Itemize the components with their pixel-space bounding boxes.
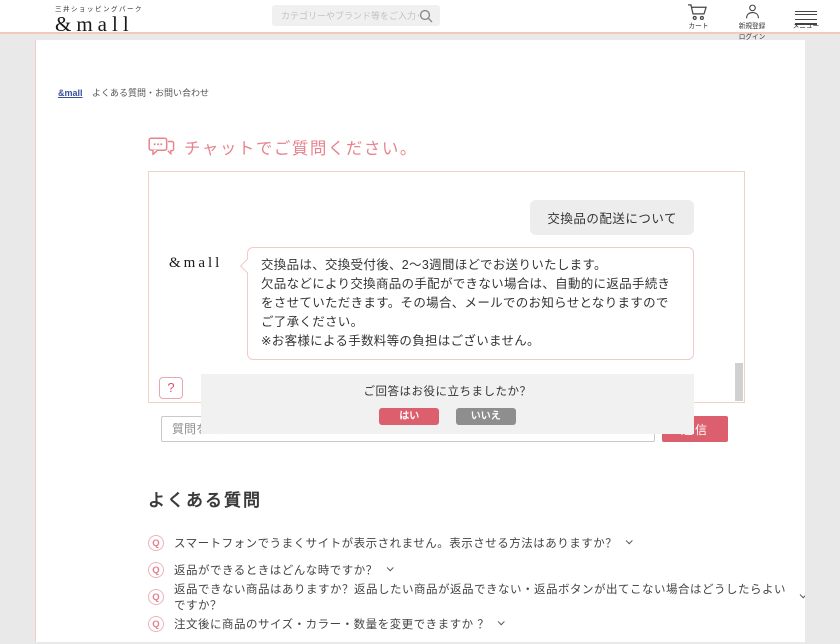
chat-scrollbar[interactable]	[735, 363, 743, 401]
faq-item-text: 返品ができるときはどんな時ですか？	[174, 564, 378, 577]
question-icon: Q	[148, 588, 164, 605]
feedback-panel: ご回答はお役に立ちましたか？ はい いいえ	[201, 374, 694, 434]
feedback-yes-button[interactable]: はい	[379, 408, 440, 425]
chat-section-title: チャットでご質問ください。	[148, 135, 805, 159]
question-icon: Q	[148, 615, 164, 632]
menu-label: メニュー	[792, 23, 820, 30]
bot-avatar: &mall	[169, 255, 223, 271]
chat-title-text: チャットでご質問ください。	[184, 140, 418, 158]
help-button[interactable]: ?	[159, 377, 183, 399]
header: 三井ショッピングパーク &mall カート	[0, 0, 840, 41]
faq-list: Q スマートフォンでうまくサイトが表示されません。表示させる方法はありますか？ …	[148, 533, 805, 642]
menu-button[interactable]: メニュー	[786, 3, 826, 42]
faq-item-text: 返品できない商品はありますか？返品したい商品が返品できない・返品ボタンが出てこな…	[174, 583, 786, 612]
faq-item[interactable]: Q スマートフォンでうまくサイトが表示されません。表示させる方法はありますか？	[148, 533, 805, 552]
feedback-question: ご回答はお役に立ちましたか？	[363, 386, 532, 398]
faq-item-text: スマートフォンでうまくサイトが表示されません。表示させる方法はありますか？	[174, 537, 618, 550]
cart-label: カート	[688, 23, 708, 30]
faq-heading: よくある質問	[148, 491, 262, 510]
search-input[interactable]	[272, 10, 419, 21]
bot-reply-line: 交換品は、交換受付後、2〜3週間ほどでお送りいたします。	[261, 258, 607, 272]
login-button[interactable]: 新規登録 ログイン	[732, 3, 772, 42]
faq-item-text: 注文後に商品のサイズ・カラー・数量を変更できますか ？	[174, 618, 490, 631]
site-logo[interactable]: 三井ショッピングパーク &mall	[55, 3, 143, 35]
cart-button[interactable]: カート	[678, 3, 718, 42]
bot-reply-line: 欠品などにより交換商品の手配ができない場合は、自動的に返品手続きをさせていただき…	[261, 277, 671, 329]
register-label: 新規登録	[738, 23, 766, 30]
menu-icon	[795, 3, 817, 26]
cart-icon	[687, 3, 710, 20]
page-content: &mall よくある質問・お問い合わせ チャットでご質問ください。 交換品の配送…	[35, 40, 805, 642]
breadcrumb-home-link[interactable]: &mall	[58, 88, 83, 98]
question-icon: Q	[148, 561, 164, 578]
bot-reply-bubble: 交換品は、交換受付後、2〜3週間ほどでお送りいたします。 欠品などにより交換商品…	[239, 247, 694, 360]
faq-item[interactable]: Q 返品できない商品はありますか？返品したい商品が返品できない・返品ボタンが出て…	[148, 584, 805, 612]
feedback-no-button[interactable]: いいえ	[455, 408, 516, 425]
bot-reply-line: ※お客様による手数料等の負担はございません。	[261, 334, 540, 348]
faq-item[interactable]: Q 返品ができるときはどんな時ですか？	[148, 560, 805, 579]
header-search[interactable]	[272, 5, 440, 26]
user-icon	[744, 3, 761, 20]
chat-window: 交換品の配送について &mall 交換品は、交換受付後、2〜3週間ほどでお送りい…	[148, 171, 745, 434]
search-icon[interactable]	[419, 9, 433, 23]
faq-item[interactable]: Q 注文後に商品のサイズ・カラー・数量を変更できますか ？	[148, 614, 805, 633]
logo-main-text: &mall	[55, 12, 134, 36]
faq-item-partial[interactable]	[148, 641, 805, 642]
chevron-down-icon	[625, 537, 634, 545]
chat-bubble-icon	[148, 136, 175, 158]
chevron-down-icon	[386, 564, 394, 572]
user-message-bubble: 交換品の配送について	[530, 200, 694, 235]
breadcrumb: &mall よくある質問・お問い合わせ	[36, 40, 805, 99]
breadcrumb-current: よくある質問・お問い合わせ	[92, 88, 210, 98]
chevron-down-icon	[498, 618, 506, 626]
question-icon: Q	[148, 534, 164, 551]
chevron-down-icon	[799, 591, 805, 599]
